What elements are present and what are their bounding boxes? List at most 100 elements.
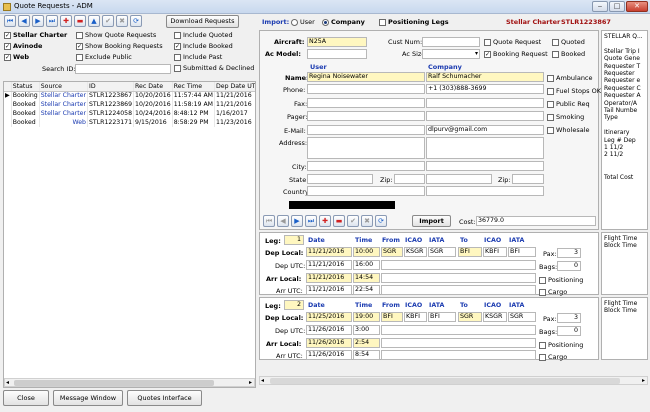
arr-local-time-input[interactable]: 2:54 — [353, 338, 380, 348]
user-country-input[interactable] — [307, 186, 425, 196]
user-fax-input[interactable] — [307, 98, 425, 108]
company-city-input[interactable] — [426, 161, 544, 171]
user-phone-input[interactable] — [307, 84, 425, 94]
arr-utc-date-input[interactable]: 11/26/2016 — [306, 350, 352, 360]
company-pager-input[interactable] — [426, 111, 544, 121]
refresh-icon[interactable]: ⟳ — [130, 15, 142, 27]
arr-notes-input[interactable] — [381, 338, 536, 348]
next-record-icon[interactable]: ▶ — [32, 15, 44, 27]
positioning-legs-option[interactable]: Positioning Legs — [379, 18, 449, 26]
leg-add-icon[interactable]: ✚ — [319, 215, 331, 227]
leg-cargo-checkbox[interactable] — [539, 288, 546, 296]
leg-positioning-option[interactable]: Positioning — [539, 341, 583, 349]
user-zip-input[interactable] — [394, 174, 425, 184]
user-pager-input[interactable] — [307, 111, 425, 121]
user-email-input[interactable] — [307, 125, 425, 135]
quotes-interface-button[interactable]: Quotes Interface — [127, 390, 202, 406]
leg-post-icon[interactable]: ✔ — [347, 215, 359, 227]
fuel-stops-checkbox[interactable] — [547, 87, 554, 95]
legs-scroll-thumb[interactable] — [270, 378, 620, 384]
filter-include-quoted[interactable]: Include Quoted — [174, 31, 233, 39]
submitted-declined-checkbox[interactable] — [174, 64, 181, 72]
smoking-checkbox[interactable] — [547, 113, 554, 121]
column-header[interactable]: Rec Time — [172, 82, 216, 92]
dep-local-time-input[interactable]: 10:00 — [353, 247, 380, 257]
filter-exclude-public[interactable]: Exclude Public — [76, 53, 132, 61]
smoking-option[interactable]: Smoking — [547, 113, 601, 126]
legs-hscrollbar[interactable]: ◂ ▸ — [259, 376, 648, 385]
show-quote-checkbox[interactable] — [76, 31, 83, 39]
pax-input[interactable]: 3 — [557, 313, 581, 323]
column-header[interactable]: Source — [39, 82, 89, 92]
delete-record-icon[interactable]: ▬ — [74, 15, 86, 27]
show-booking-checkbox[interactable]: ✓ — [76, 42, 83, 50]
search-id-input[interactable] — [75, 64, 171, 74]
to-icao-input[interactable]: KBFI — [483, 247, 507, 257]
scroll-left-icon[interactable]: ◂ — [6, 379, 9, 386]
public-req-checkbox[interactable] — [547, 100, 554, 108]
booking-request-option[interactable]: ✓ Booking Request — [484, 50, 548, 58]
to-input[interactable]: BFI — [458, 247, 482, 257]
fuel-stops-option[interactable]: Fuel Stops OK — [547, 87, 601, 100]
table-row[interactable]: Booked Web STLR1223171 9/15/2016 8:58:29 PM 1… — [4, 118, 255, 127]
filter-stellar[interactable]: ✓ Stellar Charter — [4, 31, 67, 39]
web-checkbox[interactable]: ✓ — [4, 53, 11, 61]
legs-scroll-right-icon[interactable]: ▸ — [642, 377, 645, 384]
booked-option[interactable]: Booked — [552, 50, 585, 58]
exclude-public-checkbox[interactable] — [76, 53, 83, 61]
ac-size-select[interactable] — [422, 49, 480, 59]
quoted-checkbox[interactable] — [552, 38, 559, 46]
table-row[interactable]: ▶ Booking Stellar Charter STLR1223867 10/20/… — [4, 91, 255, 100]
to-iata-input[interactable]: SGR — [508, 312, 536, 322]
arr-utc-notes-input[interactable] — [381, 285, 536, 295]
ambulance-checkbox[interactable] — [547, 74, 554, 82]
stellar-checkbox[interactable]: ✓ — [4, 31, 11, 39]
dep-notes-input[interactable] — [381, 260, 536, 270]
download-requests-button[interactable]: Download Requests — [166, 15, 239, 28]
leg-prev-icon[interactable]: ◀ — [277, 215, 289, 227]
leg-positioning-checkbox[interactable] — [539, 341, 546, 349]
scroll-thumb[interactable] — [14, 380, 214, 386]
first-record-icon[interactable]: ⏮ — [4, 15, 16, 27]
leg-number-input[interactable]: 1 — [284, 235, 304, 245]
cust-num-input[interactable] — [422, 37, 480, 47]
from-iata-input[interactable]: SGR — [428, 247, 456, 257]
legs-scroll-left-icon[interactable]: ◂ — [261, 377, 264, 384]
include-past-checkbox[interactable] — [174, 53, 181, 61]
leg-refresh-icon[interactable]: ⟳ — [375, 215, 387, 227]
avinode-checkbox[interactable]: ✓ — [4, 42, 11, 50]
leg-cancel-icon[interactable]: ✖ — [361, 215, 373, 227]
company-address-input[interactable] — [426, 137, 544, 159]
quote-request-option[interactable]: Quote Request — [484, 38, 541, 46]
quote-request-checkbox[interactable] — [484, 38, 491, 46]
arr-utc-time-input[interactable]: 8:54 — [353, 350, 380, 360]
column-header[interactable]: Rec Date — [133, 82, 173, 92]
company-fax-input[interactable] — [426, 98, 544, 108]
filter-show-quote[interactable]: Show Quote Requests — [76, 31, 156, 39]
table-hscrollbar[interactable]: ◂ ▸ — [4, 378, 255, 387]
user-city-input[interactable] — [307, 161, 425, 171]
ambulance-option[interactable]: Ambulance — [547, 74, 601, 87]
leg-first-icon[interactable]: ⏮ — [263, 215, 275, 227]
bags-input[interactable]: 0 — [557, 326, 581, 336]
arr-utc-notes-input[interactable] — [381, 350, 536, 360]
dep-utc-time-input[interactable]: 3:00 — [353, 325, 380, 335]
leg-delete-icon[interactable]: ▬ — [333, 215, 345, 227]
arr-utc-time-input[interactable]: 22:54 — [353, 285, 380, 295]
company-phone-input[interactable]: +1 (303)888-3699 — [426, 84, 544, 94]
user-state-input[interactable] — [307, 174, 373, 184]
leg-cargo-option[interactable]: Cargo — [539, 353, 567, 361]
leg-next-icon[interactable]: ▶ — [291, 215, 303, 227]
minimize-button[interactable]: ‒ — [592, 1, 608, 12]
edit-record-icon[interactable]: ▲ — [88, 15, 100, 27]
leg-positioning-checkbox[interactable] — [539, 276, 546, 284]
include-quoted-checkbox[interactable] — [174, 31, 181, 39]
maximize-button[interactable]: □ — [609, 1, 625, 12]
pax-input[interactable]: 3 — [557, 248, 581, 258]
post-edit-icon[interactable]: ✔ — [102, 15, 114, 27]
dep-utc-date-input[interactable]: 11/26/2016 — [306, 325, 352, 335]
quoted-option[interactable]: Quoted — [552, 38, 585, 46]
leg-number-input[interactable]: 2 — [284, 300, 304, 310]
table-row[interactable]: Booked Stellar Charter STLR1224058 10/24/20… — [4, 109, 255, 118]
leg-last-icon[interactable]: ⏭ — [305, 215, 317, 227]
